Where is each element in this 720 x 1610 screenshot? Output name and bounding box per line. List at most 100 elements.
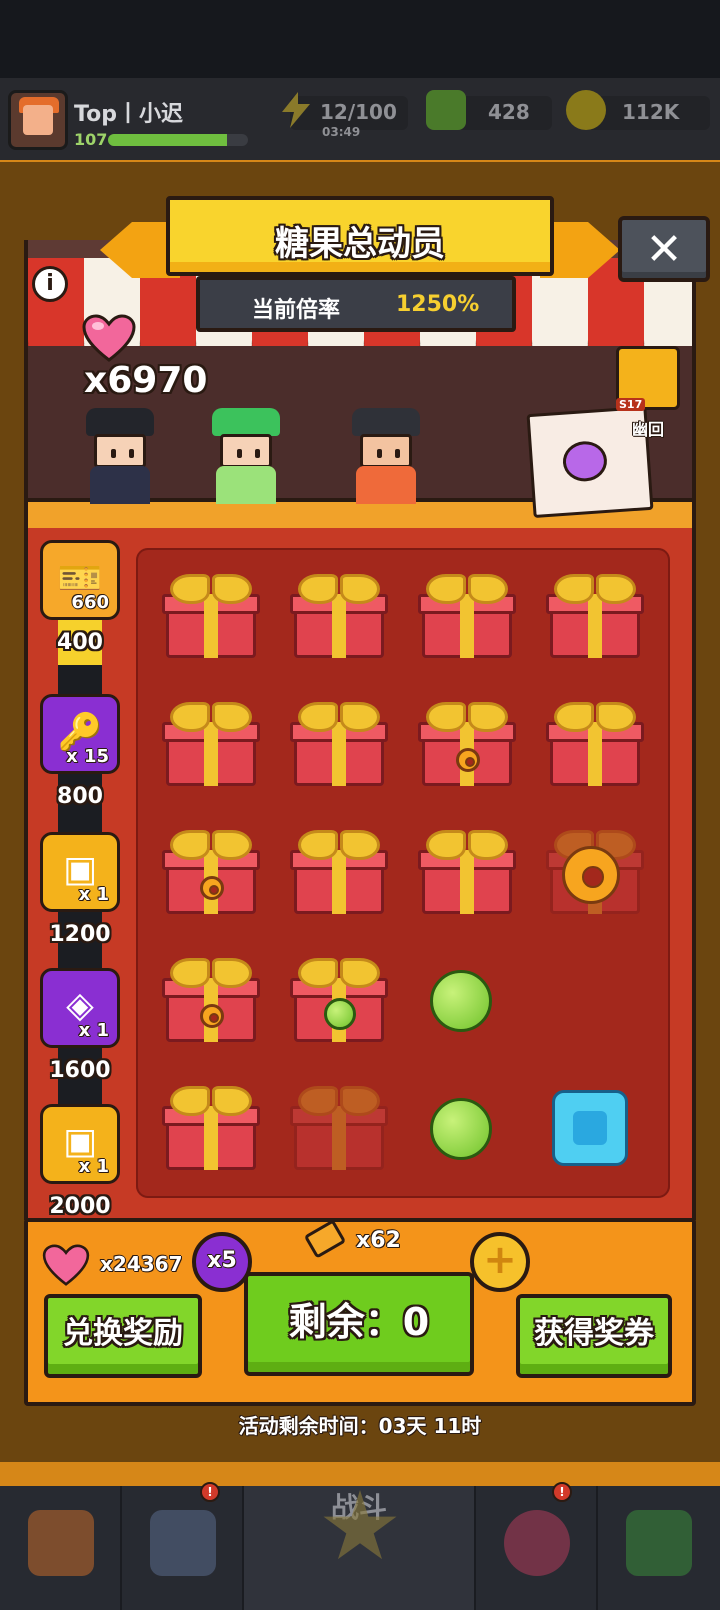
coin-counter[interactable]: 112K [566, 90, 710, 130]
blue-candy-icon [552, 1090, 628, 1166]
nav-tab-equipment[interactable]: ! [122, 1482, 244, 1610]
shop-icon [28, 1510, 94, 1576]
grid-cell[interactable] [272, 938, 396, 1062]
gift-box-icon [162, 574, 260, 658]
armor-icon [150, 1510, 216, 1576]
gift-box-icon [418, 574, 516, 658]
green-candy-icon [324, 998, 356, 1030]
donut-icon [456, 748, 480, 772]
reward-milestone[interactable]: ◈ x 1 [40, 968, 120, 1048]
reward-milestone[interactable]: 🎫 660 [40, 540, 120, 620]
reward-quantity: 660 [71, 592, 109, 613]
reward-milestone[interactable]: 🔑 x 15 [40, 694, 120, 774]
grid-cell[interactable] [272, 810, 396, 934]
remaining-draw-button[interactable]: 剩余：0 [244, 1272, 474, 1376]
grid-cell[interactable] [528, 810, 652, 934]
gem-counter[interactable]: 428 [426, 90, 552, 130]
alert-badge: ! [200, 1482, 220, 1502]
reward-cost: 400 [57, 630, 103, 655]
events-icon [504, 1510, 570, 1576]
gem-plus-icon [426, 90, 466, 130]
hero-season-tag: S17 [616, 398, 646, 411]
grid-cell[interactable] [272, 1066, 396, 1190]
green-candy-icon [430, 970, 492, 1032]
heart-icon [42, 1244, 90, 1286]
gift-box-icon [418, 830, 516, 914]
grid-cell[interactable] [144, 1066, 268, 1190]
grid-cell[interactable] [400, 938, 524, 1062]
grid-cell[interactable] [272, 554, 396, 678]
reward-cost: 1200 [49, 922, 111, 947]
npc-character-3 [346, 408, 426, 504]
grid-cell[interactable] [528, 1066, 652, 1190]
get-tickets-button[interactable]: 获得奖券 [516, 1294, 672, 1378]
player-name: Top丨小迟 [74, 102, 183, 127]
bottom-navigation: ! 战斗 ! [0, 1482, 720, 1610]
redeem-rewards-button[interactable]: 兑换奖励 [44, 1294, 202, 1378]
gift-box-icon [290, 574, 388, 658]
event-title-banner: 糖果总动员 [100, 196, 620, 288]
pass-icon [626, 1510, 692, 1576]
close-button[interactable]: ✕ [618, 216, 710, 282]
info-icon[interactable]: i [32, 266, 68, 302]
event-title: 糖果总动员 [275, 224, 445, 264]
banner-plate: 糖果总动员 [166, 196, 554, 276]
reward-cost: 2000 [49, 1194, 111, 1219]
coin-value: 112K [622, 100, 680, 124]
gift-box-icon [162, 1086, 260, 1170]
gift-box-icon [546, 702, 644, 786]
purple-candy-icon [561, 439, 609, 483]
gift-box-icon [162, 702, 260, 786]
reward-milestone[interactable]: ▣ x 1 [40, 1104, 120, 1184]
green-candy-icon [430, 1098, 492, 1160]
nav-tab-shop[interactable] [0, 1486, 122, 1610]
xp-bar [108, 134, 248, 146]
grid-cell[interactable] [144, 810, 268, 934]
gift-grid[interactable] [136, 548, 670, 1198]
xp-bar-fill [108, 134, 227, 146]
plus-icon: + [483, 1237, 517, 1283]
event-heart-count: x6970 [84, 360, 208, 401]
event-time-remaining: 活动剩余时间：03天 11时 [238, 1414, 482, 1438]
heart-icon [82, 314, 136, 362]
multiplier-badge[interactable]: x5 [192, 1232, 252, 1292]
reward-quantity: x 1 [78, 1020, 109, 1041]
grid-cell[interactable] [400, 554, 524, 678]
nav-tab-pass[interactable] [598, 1486, 720, 1610]
donut-icon [200, 1004, 224, 1028]
grid-cell[interactable] [528, 938, 652, 1062]
add-tickets-button[interactable]: + [470, 1232, 530, 1292]
gift-box-icon [290, 830, 388, 914]
ticket-count: x62 [356, 1228, 401, 1253]
reward-cost: 1600 [49, 1058, 111, 1083]
reward-milestone[interactable]: ▣ x 1 [40, 832, 120, 912]
reward-quantity: x 15 [66, 746, 109, 767]
player-avatar[interactable] [8, 90, 68, 150]
close-icon: ✕ [645, 224, 683, 275]
gift-box-icon [290, 702, 388, 786]
hero-name: 幽回 [632, 420, 665, 439]
hearts-total: x24367 [100, 1252, 183, 1276]
nav-tab-events[interactable]: ! [476, 1482, 598, 1610]
energy-value: 12/100 [320, 100, 397, 124]
grid-cell[interactable] [272, 682, 396, 806]
grid-cell[interactable] [400, 810, 524, 934]
gift-box-icon [546, 574, 644, 658]
donut-icon [200, 876, 224, 900]
donut-icon [562, 846, 620, 904]
rate-value: 1250% [396, 292, 480, 317]
reward-cost: 800 [57, 784, 103, 809]
reward-quantity: x 1 [78, 884, 109, 905]
grid-cell[interactable] [528, 554, 652, 678]
energy-timer: 03:49 [322, 125, 361, 139]
nav-tab-battle[interactable]: 战斗 [244, 1486, 476, 1610]
rate-label: 当前倍率 [252, 298, 341, 323]
grid-cell[interactable] [528, 682, 652, 806]
player-level: 107 [74, 130, 108, 149]
grid-cell[interactable] [144, 554, 268, 678]
grid-cell[interactable] [400, 1066, 524, 1190]
npc-character-2 [206, 408, 286, 504]
grid-cell[interactable] [144, 682, 268, 806]
grid-cell[interactable] [144, 938, 268, 1062]
grid-cell[interactable] [400, 682, 524, 806]
